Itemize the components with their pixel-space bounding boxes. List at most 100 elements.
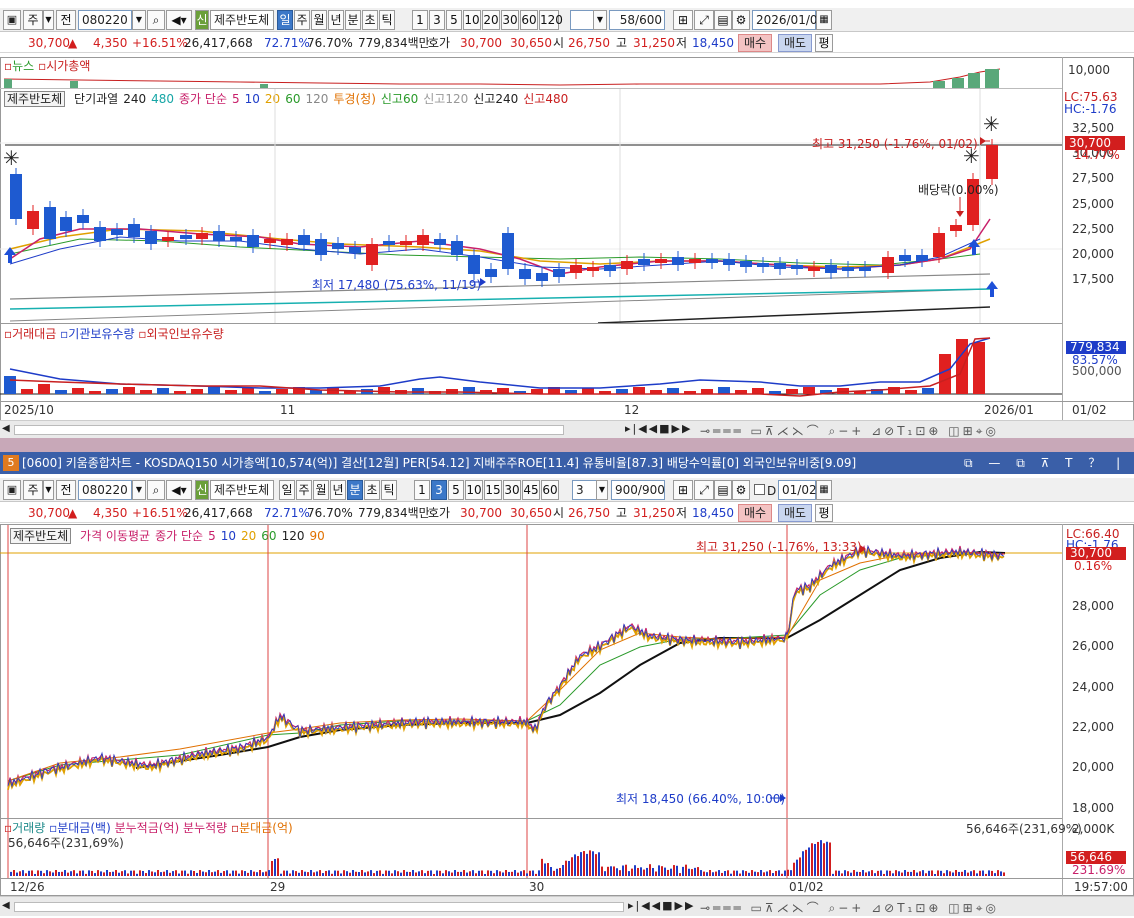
scroll-track-2[interactable] — [14, 902, 624, 912]
calendar-icon-2[interactable]: ▦ — [816, 480, 832, 500]
minute-dropdown-icon[interactable]: ▼ — [593, 10, 607, 30]
type-dropdown-icon-2[interactable]: ▼ — [43, 480, 54, 500]
minute-tab-7[interactable]: 120 — [539, 10, 563, 30]
speaker-icon[interactable]: ◀▾ — [166, 10, 192, 30]
code-dropdown-icon[interactable]: ▼ — [132, 10, 146, 30]
date-input[interactable]: 2026/01/02 — [752, 10, 825, 30]
minute-tab-b-5[interactable]: 30 — [503, 480, 521, 500]
code-input-2[interactable]: 080220 — [78, 480, 132, 500]
period-tab-0[interactable]: 일 — [277, 10, 293, 30]
top-drawing-tools[interactable]: ⊸═══ ▭⊼⋌⋋⌒ ⌕−+ ⊿⊘T₁⊡⊕ ◫⊞⌖◎ — [700, 422, 999, 439]
sell-button[interactable]: 매도 — [778, 34, 812, 52]
type-dropdown-icon[interactable]: ▼ — [43, 10, 54, 30]
prev-button[interactable]: 전 — [56, 10, 76, 30]
d-checkbox[interactable] — [754, 484, 765, 495]
buy-button[interactable]: 매수 — [738, 34, 772, 52]
period-tab-b-4[interactable]: 분 — [347, 480, 363, 500]
scroll-nav-icons-2[interactable]: ▸|◀◀■▶▶ — [628, 899, 695, 912]
minute-tab-b-1[interactable]: 3 — [431, 480, 447, 500]
candle — [247, 235, 259, 247]
minute-tab-4[interactable]: 20 — [482, 10, 500, 30]
period-tab-5[interactable]: 초 — [362, 10, 378, 30]
volume-bar — [787, 869, 789, 876]
minute-tab-b-4[interactable]: 15 — [484, 480, 502, 500]
period-tab-b-5[interactable]: 초 — [364, 480, 380, 500]
minute-tab-b-6[interactable]: 45 — [522, 480, 540, 500]
scroll-track[interactable] — [14, 425, 564, 435]
top-scrollbar[interactable]: ◀ ▸|◀◀■▶▶ ⊸═══ ▭⊼⋌⋋⌒ ⌕−+ ⊿⊘T₁⊡⊕ ◫⊞⌖◎ — [0, 420, 1134, 438]
search-icon-2[interactable]: ⌕ — [147, 480, 165, 500]
save-icon-2[interactable]: ▤ — [714, 480, 732, 500]
scroll-left-icon-2[interactable]: ◀ — [2, 900, 10, 911]
sell-button-2[interactable]: 매도 — [778, 504, 812, 522]
pyeong-button[interactable]: 평 — [815, 34, 833, 52]
minute-tab-b-0[interactable]: 1 — [414, 480, 430, 500]
x-label-time: 19:57:00 — [1074, 880, 1128, 894]
crosshair-icon-2[interactable]: ⤢ — [694, 480, 714, 500]
bottom-scrollbar[interactable]: ◀ ▸|◀◀■▶▶ ⊸═══ ▭⊼⋌⋋⌒ ⌕−+ ⊿⊘T₁⊡⊕ ◫⊞⌖◎ — [0, 896, 1134, 916]
volume-bar — [72, 388, 84, 394]
minute-tab-1[interactable]: 3 — [429, 10, 445, 30]
interval-dropdown-icon[interactable]: ▼ — [596, 480, 608, 500]
period-tab-b-6[interactable]: 틱 — [381, 480, 397, 500]
save-icon[interactable]: ▤ — [714, 10, 732, 30]
pyeong-button-2[interactable]: 평 — [815, 504, 833, 522]
volume-bar — [235, 870, 237, 876]
chart-menu-icon[interactable]: ▣ — [3, 10, 21, 30]
compare-icon[interactable]: ⊞ — [673, 10, 693, 30]
count-input-2[interactable]: 900/900 — [611, 480, 665, 500]
code-dropdown-icon-2[interactable]: ▼ — [132, 480, 146, 500]
volume-bar — [751, 870, 753, 876]
type-select[interactable]: 주 — [23, 10, 43, 30]
period-tab-4[interactable]: 분 — [345, 10, 361, 30]
volume-bar — [259, 391, 271, 394]
shin-badge[interactable]: 신 — [195, 10, 209, 30]
minute-tab-0[interactable]: 1 — [412, 10, 428, 30]
minute-tab-5[interactable]: 30 — [501, 10, 519, 30]
minute-tab-b-3[interactable]: 10 — [465, 480, 483, 500]
period-tab-2[interactable]: 월 — [311, 10, 327, 30]
period-tab-b-2[interactable]: 월 — [313, 480, 329, 500]
volume-bar — [670, 868, 672, 876]
volume-bar — [568, 860, 570, 876]
shin-badge-2[interactable]: 신 — [195, 480, 209, 500]
volume-bar — [877, 870, 879, 876]
minute-tab-3[interactable]: 10 — [463, 10, 481, 30]
period-tab-b-3[interactable]: 년 — [330, 480, 346, 500]
gear-icon-2[interactable]: ⚙ — [732, 480, 750, 500]
period-tab-6[interactable]: 틱 — [379, 10, 395, 30]
hoga-bid-2: 30,650 — [510, 506, 552, 520]
count-input[interactable]: 58/600 — [609, 10, 665, 30]
date-input-2[interactable]: 01/02 — [778, 480, 817, 500]
code-input[interactable]: 080220 — [78, 10, 132, 30]
minute-tab-b-7[interactable]: 60 — [541, 480, 559, 500]
prev-button-2[interactable]: 전 — [56, 480, 76, 500]
volume-bar — [892, 873, 894, 876]
scroll-nav-icons[interactable]: ▸|◀◀■▶▶ — [625, 422, 692, 435]
volume-bar — [247, 872, 249, 876]
period-tab-1[interactable]: 주 — [294, 10, 310, 30]
period-tab-b-1[interactable]: 주 — [296, 480, 312, 500]
volume-bar — [925, 873, 927, 876]
buy-button-2[interactable]: 매수 — [738, 504, 772, 522]
compare-icon-2[interactable]: ⊞ — [673, 480, 693, 500]
volume-bar — [829, 842, 831, 876]
svg-text:✳: ✳ — [3, 146, 20, 170]
speaker-icon-2[interactable]: ◀▾ — [166, 480, 192, 500]
type-select-2[interactable]: 주 — [23, 480, 43, 500]
minute-tab-6[interactable]: 60 — [520, 10, 538, 30]
calendar-icon[interactable]: ▦ — [816, 10, 832, 30]
period-tab-3[interactable]: 년 — [328, 10, 344, 30]
bottom-drawing-tools[interactable]: ⊸═══ ▭⊼⋌⋋⌒ ⌕−+ ⊿⊘T₁⊡⊕ ◫⊞⌖◎ — [700, 899, 999, 916]
search-icon[interactable]: ⌕ — [147, 10, 165, 30]
volume-bar — [991, 870, 993, 876]
period-tab-b-0[interactable]: 일 — [279, 480, 295, 500]
volume-bar — [454, 870, 456, 876]
chart-menu-icon-2[interactable]: ▣ — [3, 480, 21, 500]
minute-tab-b-2[interactable]: 5 — [448, 480, 464, 500]
crosshair-icon[interactable]: ⤢ — [694, 10, 714, 30]
minute-tab-2[interactable]: 5 — [446, 10, 462, 30]
gear-icon[interactable]: ⚙ — [732, 10, 750, 30]
volume-bar — [718, 387, 730, 394]
scroll-left-icon[interactable]: ◀ — [2, 423, 10, 434]
